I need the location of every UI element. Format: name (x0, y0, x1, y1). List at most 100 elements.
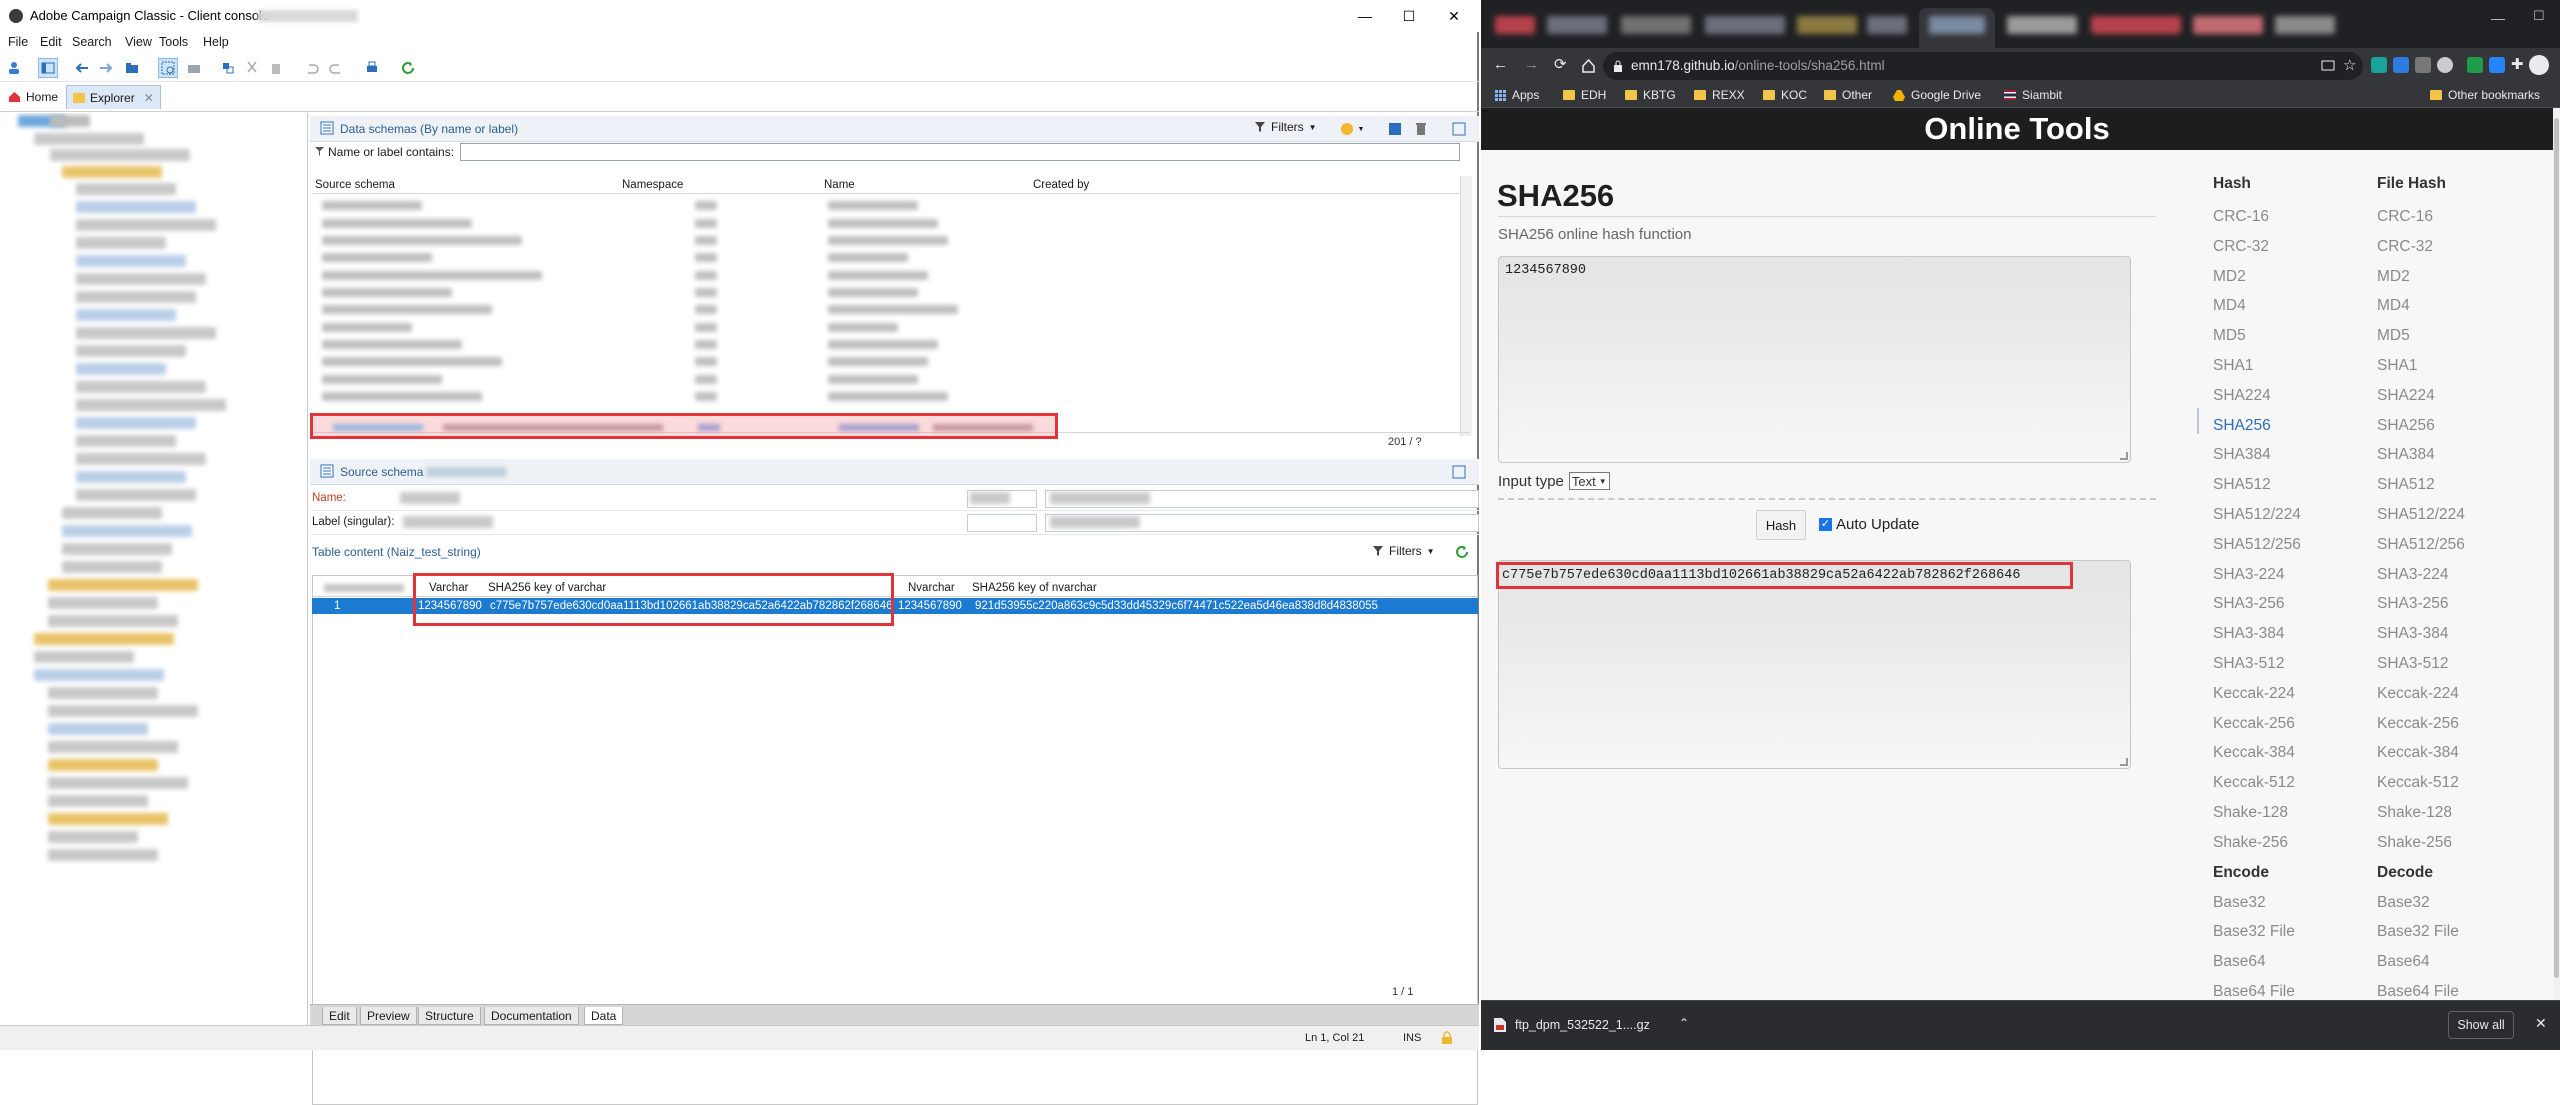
explorer-view-icon[interactable] (38, 58, 58, 78)
bookmark-other-bookmarks[interactable]: Other bookmarks (2430, 88, 2540, 102)
nav-link-base32[interactable]: Base32 (2213, 888, 2301, 918)
avatar[interactable] (2529, 55, 2549, 75)
output-textarea[interactable] (1498, 560, 2131, 769)
bookmark-koc[interactable]: KOC (1763, 88, 1807, 102)
bookmark-other[interactable]: Other (1824, 88, 1872, 102)
user-icon[interactable] (4, 58, 24, 78)
nav-link-keccak-256[interactable]: Keccak-256 (2377, 709, 2465, 739)
nav-link-sha512-224[interactable]: SHA512/224 (2213, 500, 2301, 530)
nav-link-sha384[interactable]: SHA384 (2377, 440, 2465, 470)
nav-link-md2[interactable]: MD2 (2377, 262, 2465, 292)
extension-icon[interactable] (2489, 57, 2505, 73)
nav-link-sha3-384[interactable]: SHA3-384 (2377, 619, 2465, 649)
maximize-panel-icon[interactable] (1450, 463, 1468, 481)
extension-icon[interactable] (2415, 57, 2431, 73)
menu-file[interactable]: File (8, 35, 28, 49)
schemas-scrollbar[interactable] (1460, 176, 1472, 436)
close-tab-icon[interactable]: ✕ (144, 91, 154, 105)
tab-edit[interactable]: Edit (322, 1007, 357, 1025)
extension-icon[interactable] (2371, 57, 2387, 73)
forward-icon[interactable]: → (1524, 56, 1539, 73)
forward-arrow-icon[interactable] (96, 58, 116, 78)
maximize-panel-icon[interactable] (1450, 120, 1468, 138)
cast-icon[interactable] (2321, 60, 2335, 72)
close-icon[interactable]: ✕ (2535, 1015, 2547, 1032)
nav-link-sha512-256[interactable]: SHA512/256 (2377, 530, 2465, 560)
refresh-icon[interactable] (398, 58, 418, 78)
nav-link-sha1[interactable]: SHA1 (2213, 351, 2301, 381)
bookmark-rexx[interactable]: REXX (1694, 88, 1745, 102)
nav-link-base32-file[interactable]: Base32 File (2213, 917, 2301, 947)
col-source-schema[interactable]: Source schema (315, 179, 395, 191)
menu-view[interactable]: View (125, 35, 152, 49)
nav-link-sha512-256[interactable]: SHA512/256 (2213, 530, 2301, 560)
menu-edit[interactable]: Edit (40, 35, 62, 49)
menu-search[interactable]: Search (72, 35, 112, 49)
nav-link-sha3-512[interactable]: SHA3-512 (2377, 649, 2465, 679)
auto-update-checkbox[interactable]: ✓ Auto Update (1819, 516, 1919, 533)
nav-link-sha384[interactable]: SHA384 (2213, 440, 2301, 470)
select-icon[interactable] (158, 58, 178, 78)
nav-link-shake-256[interactable]: Shake-256 (2213, 828, 2301, 858)
nav-link-sha3-224[interactable]: SHA3-224 (2377, 560, 2465, 590)
nav-link-md4[interactable]: MD4 (2377, 291, 2465, 321)
col-name[interactable]: Name (824, 179, 855, 191)
nav-link-md2[interactable]: MD2 (2213, 262, 2301, 292)
maximize-icon[interactable]: ☐ (1386, 0, 1432, 32)
nav-link-crc-32[interactable]: CRC-32 (2377, 232, 2465, 262)
show-all-button[interactable]: Show all (2448, 1011, 2514, 1039)
input-textarea[interactable]: 1234567890 (1498, 256, 2131, 463)
nav-link-base64[interactable]: Base64 (2377, 947, 2465, 977)
nav-link-keccak-384[interactable]: Keccak-384 (2213, 738, 2301, 768)
nav-link-md5[interactable]: MD5 (2377, 321, 2465, 351)
nav-link-base32-file[interactable]: Base32 File (2377, 917, 2465, 947)
folder-nav-icon[interactable] (122, 58, 142, 78)
nav-link-sha256[interactable]: SHA256 (2213, 411, 2301, 441)
tab-home[interactable]: Home (2, 85, 64, 109)
nav-link-shake-128[interactable]: Shake-128 (2213, 798, 2301, 828)
bookmark-google-drive[interactable]: Google Drive (1893, 88, 1981, 102)
table-filters-button[interactable]: Filters ▼ (1372, 544, 1435, 558)
download-filename[interactable]: ftp_dpm_532522_1....gz (1515, 1018, 1650, 1032)
col-created-by[interactable]: Created by (1033, 179, 1089, 191)
nav-link-sha512-224[interactable]: SHA512/224 (2377, 500, 2465, 530)
active-browser-tab[interactable] (1919, 8, 1995, 48)
chevron-down-icon[interactable]: ▼ (1352, 120, 1370, 138)
nav-link-shake-256[interactable]: Shake-256 (2377, 828, 2465, 858)
nav-link-sha256[interactable]: SHA256 (2377, 411, 2465, 441)
highlighted-schema-row[interactable] (310, 413, 1058, 439)
nav-link-md5[interactable]: MD5 (2213, 321, 2301, 351)
cut-icon[interactable] (242, 58, 262, 78)
tab-documentation[interactable]: Documentation (484, 1007, 579, 1025)
nav-link-keccak-256[interactable]: Keccak-256 (2213, 709, 2301, 739)
nav-link-sha1[interactable]: SHA1 (2377, 351, 2465, 381)
delete-icon[interactable] (266, 58, 286, 78)
reload-icon[interactable]: ⟳ (1554, 55, 1567, 73)
col-nvarchar[interactable]: Nvarchar (908, 582, 955, 594)
back-icon[interactable]: ← (1493, 56, 1508, 73)
nav-link-sha512[interactable]: SHA512 (2213, 470, 2301, 500)
nav-link-sha3-256[interactable]: SHA3-256 (2377, 589, 2465, 619)
minimize-icon[interactable]: — (1342, 0, 1388, 32)
bookmark-kbtg[interactable]: KBTG (1625, 88, 1676, 102)
nav-link-sha3-256[interactable]: SHA3-256 (2213, 589, 2301, 619)
nav-link-crc-16[interactable]: CRC-16 (2377, 202, 2465, 232)
minimize-icon[interactable]: — (2491, 10, 2505, 26)
extension-icon[interactable] (2467, 57, 2483, 73)
tab-data[interactable]: Data (584, 1007, 624, 1025)
puzzle-icon[interactable]: ✚ (2511, 55, 2524, 73)
nav-link-crc-32[interactable]: CRC-32 (2213, 232, 2301, 262)
menu-tools[interactable]: Tools (159, 35, 188, 49)
nav-link-shake-128[interactable]: Shake-128 (2377, 798, 2465, 828)
bookmark-siambit[interactable]: Siambit (2004, 88, 2062, 102)
tab-preview[interactable]: Preview (360, 1007, 417, 1025)
tab-structure[interactable]: Structure (418, 1007, 481, 1025)
page-scrollbar[interactable] (2553, 108, 2560, 1000)
nav-link-keccak-224[interactable]: Keccak-224 (2377, 679, 2465, 709)
chevron-up-icon[interactable]: ⌃ (1679, 1016, 1689, 1030)
home-icon[interactable] (1581, 58, 1596, 73)
nav-link-keccak-512[interactable]: Keccak-512 (2213, 768, 2301, 798)
redo-icon[interactable] (326, 58, 346, 78)
name-filter-input[interactable] (460, 143, 1460, 161)
nav-link-sha224[interactable]: SHA224 (2213, 381, 2301, 411)
